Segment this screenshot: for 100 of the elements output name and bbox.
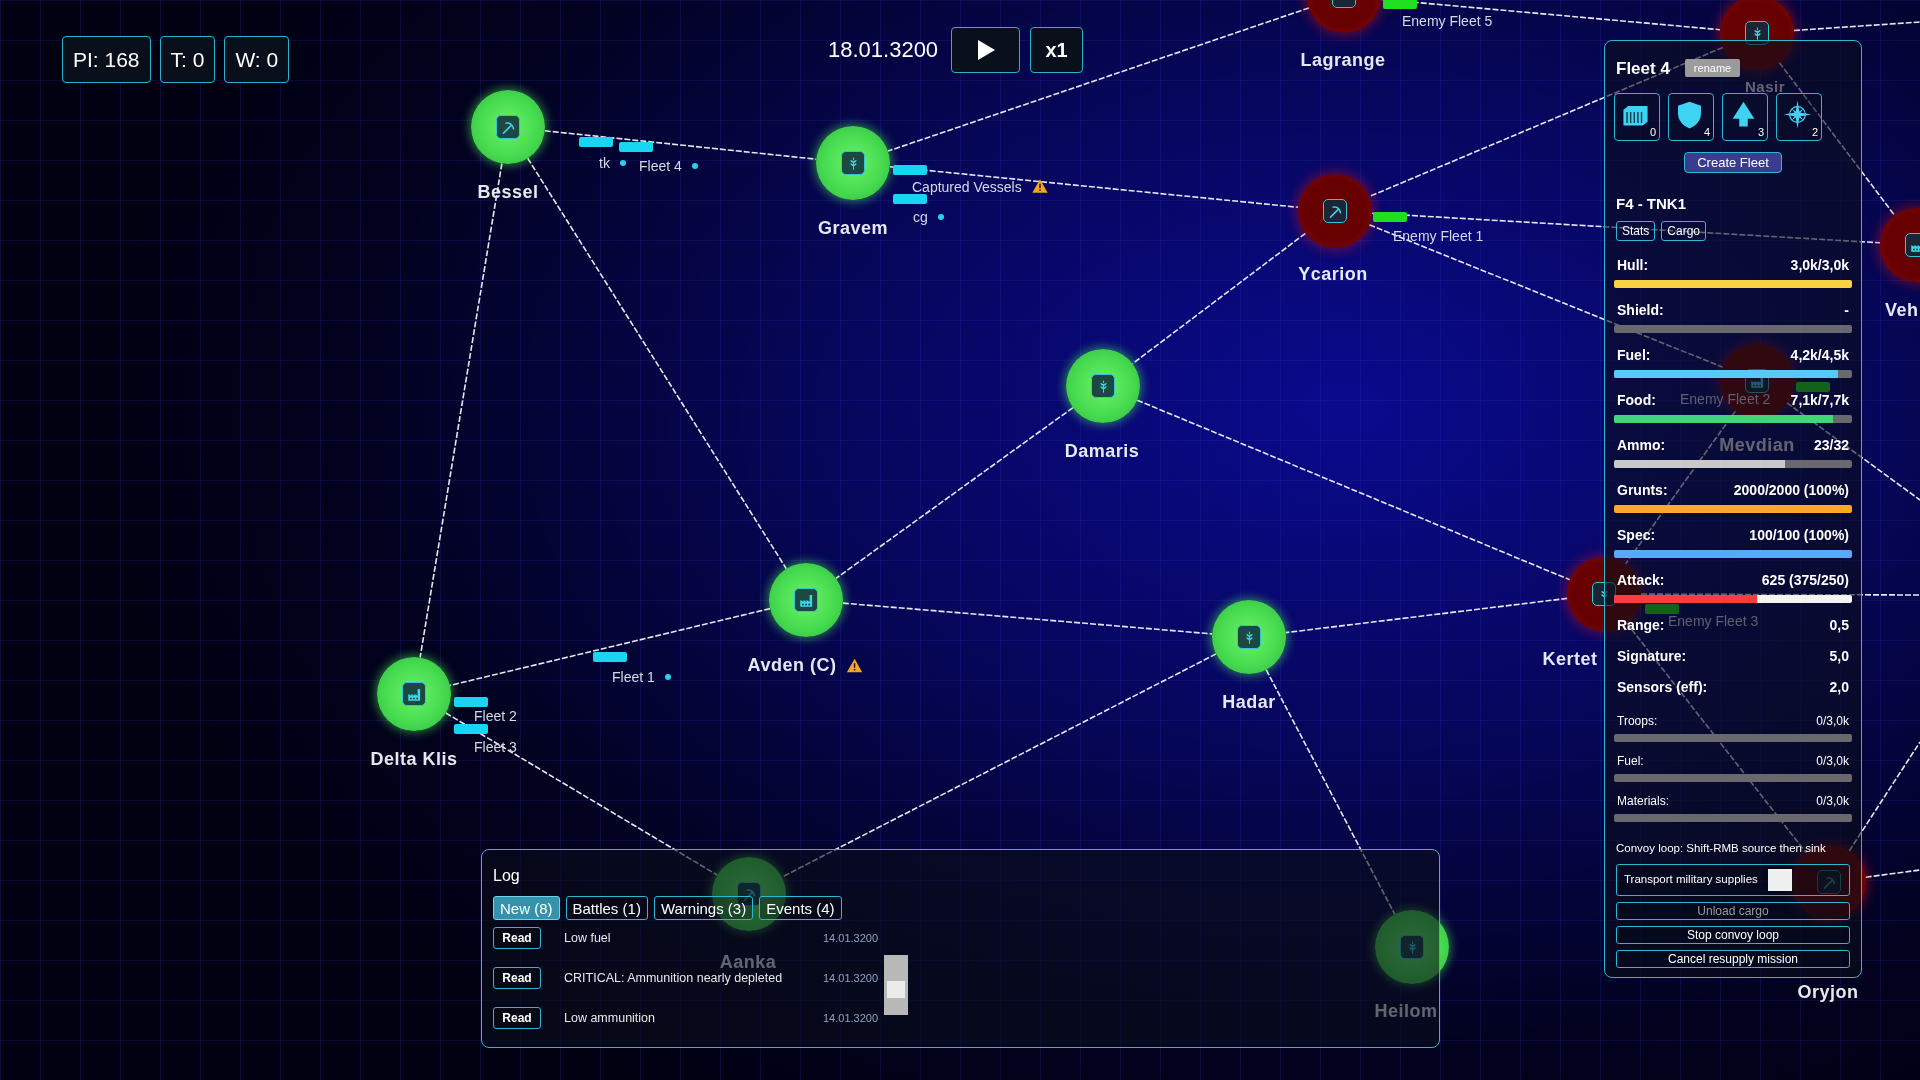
fleet-marker-icon[interactable] (454, 724, 488, 734)
stat-value: 4,2k/4,5k (1790, 348, 1849, 362)
system-label: Avden (C) (747, 656, 837, 674)
fleet-label: Enemy Fleet 2 (1680, 392, 1771, 406)
action-button[interactable]: Cancel resupply mission (1616, 950, 1850, 968)
scrollbar-thumb[interactable] (887, 981, 905, 998)
read-button[interactable]: Read (493, 967, 541, 989)
log-message: Low ammunition (564, 1010, 656, 1026)
ship-type-button[interactable]: 0 (1614, 93, 1660, 141)
log-date: 14.01.3200 (823, 971, 879, 985)
system-node[interactable] (1212, 600, 1286, 674)
filter-tab[interactable]: Events (4) (759, 896, 842, 920)
fleet-marker-icon[interactable] (893, 165, 927, 175)
fleet-marker-icon[interactable] (1373, 212, 1407, 222)
stat-label: Food: (1617, 393, 1656, 407)
stat-label: Sensors (eff): (1617, 680, 1708, 694)
log-date: 14.01.3200 (823, 931, 879, 945)
system-node[interactable] (1375, 910, 1449, 984)
system-node[interactable] (1298, 174, 1372, 248)
stat-counter: PI: 168 (62, 36, 151, 83)
cargo-value: 0/3,0k (1816, 755, 1849, 767)
ship-type-button[interactable]: 4 (1668, 93, 1714, 141)
pickaxe-icon (1323, 199, 1347, 223)
speed-button[interactable]: x1 (1030, 27, 1084, 73)
fleet-marker-icon[interactable] (1645, 604, 1679, 614)
system-label: Ycarion (1298, 265, 1368, 283)
wheat-icon (1400, 935, 1424, 959)
create-fleet-button[interactable]: Create Fleet (1684, 152, 1782, 173)
system-node[interactable] (1066, 349, 1140, 423)
log-date: 14.01.3200 (823, 1011, 879, 1025)
fleet-marker-icon[interactable] (579, 137, 613, 147)
stat-label: Grunts: (1617, 483, 1668, 497)
fleet-marker-icon[interactable] (454, 697, 488, 707)
stat-label: Ammo: (1617, 438, 1666, 452)
system-label: Aanka (719, 953, 777, 971)
read-button[interactable]: Read (493, 1007, 541, 1029)
panel-tab[interactable]: Stats (1616, 221, 1656, 241)
fleet-label: Enemy Fleet 5 (1402, 14, 1493, 28)
wheat-icon (1745, 21, 1769, 45)
play-button[interactable] (951, 27, 1021, 73)
play-icon (976, 40, 995, 60)
system-node[interactable] (377, 657, 451, 731)
stat-label: Attack: (1617, 573, 1665, 587)
ship-type-button[interactable]: 3 (1722, 93, 1768, 141)
factory-icon (402, 682, 426, 706)
system-node[interactable] (769, 563, 843, 637)
fleet-marker-icon[interactable] (893, 194, 927, 204)
factory-icon (794, 588, 818, 612)
stat-value: 100/100 (100%) (1749, 528, 1849, 542)
wheat-icon (1592, 582, 1616, 606)
convoy-hint: Convoy loop: Shift-RMB source then sink (1615, 841, 1827, 856)
transport-option[interactable]: Transport military supplies (1616, 864, 1850, 896)
fleet-marker-icon[interactable] (619, 142, 653, 152)
pickaxe-icon (496, 115, 520, 139)
stat-value: 7,1k/7,7k (1790, 393, 1849, 407)
system-label: Nasir (1745, 78, 1785, 94)
system-label: Veh (1885, 301, 1919, 319)
shield-icon (1675, 100, 1704, 129)
system-node[interactable] (471, 90, 545, 164)
cargo-value: 0/3,0k (1816, 715, 1849, 727)
fleet-label: Fleet 3 (474, 740, 517, 754)
stat-value: 5,0 (1829, 649, 1849, 663)
cargo-label: Fuel: (1617, 755, 1644, 767)
system-label: Bessel (477, 183, 539, 201)
system-label: Mevdian (1719, 436, 1795, 454)
filter-tab[interactable]: Battles (1) (565, 896, 648, 920)
wheat-icon (841, 151, 865, 175)
stat-value: 3,0k/3,0k (1790, 258, 1849, 272)
fleet-marker-icon[interactable] (1796, 382, 1830, 392)
cargo-label: Troops: (1617, 715, 1658, 727)
checkbox[interactable] (1767, 869, 1792, 891)
ship-type-button[interactable]: 2 (1776, 93, 1822, 141)
filter-tab[interactable]: Warnings (3) (653, 896, 754, 920)
system-label: Heilom (1374, 1002, 1438, 1020)
stat-value: 0,5 (1829, 618, 1849, 632)
fleet-marker-icon[interactable] (1383, 0, 1417, 9)
pickaxe-icon (1817, 870, 1841, 894)
stat-label: Spec: (1617, 528, 1656, 542)
stat-value: - (1844, 303, 1849, 317)
log-message: Low fuel (564, 930, 612, 946)
action-button[interactable]: Stop convoy loop (1616, 926, 1850, 944)
cargo-value: 0/3,0k (1816, 795, 1849, 807)
wheat-icon (1091, 374, 1115, 398)
fleet-label: tk (599, 156, 610, 170)
read-button[interactable]: Read (493, 927, 541, 949)
stat-label: Fuel: (1617, 348, 1651, 362)
fleet-label: Enemy Fleet 3 (1668, 614, 1759, 628)
stat-label: Signature: (1617, 649, 1687, 663)
panel-tab[interactable]: Cargo (1661, 221, 1707, 241)
fleet-marker-icon[interactable] (593, 652, 627, 662)
scrollbar-track[interactable] (884, 955, 908, 1015)
fleet-label: Fleet 2 (474, 709, 517, 723)
stat-label: Range: (1617, 618, 1665, 632)
system-label: Damaris (1064, 442, 1140, 460)
system-node[interactable] (816, 126, 890, 200)
date-label: 18.01.3200 (828, 39, 939, 61)
fleet-label: Fleet 1 (612, 670, 655, 684)
stat-value: 2,0 (1829, 680, 1849, 694)
filter-tab[interactable]: New (8) (493, 896, 560, 920)
fleet-label: Enemy Fleet 1 (1393, 229, 1484, 243)
